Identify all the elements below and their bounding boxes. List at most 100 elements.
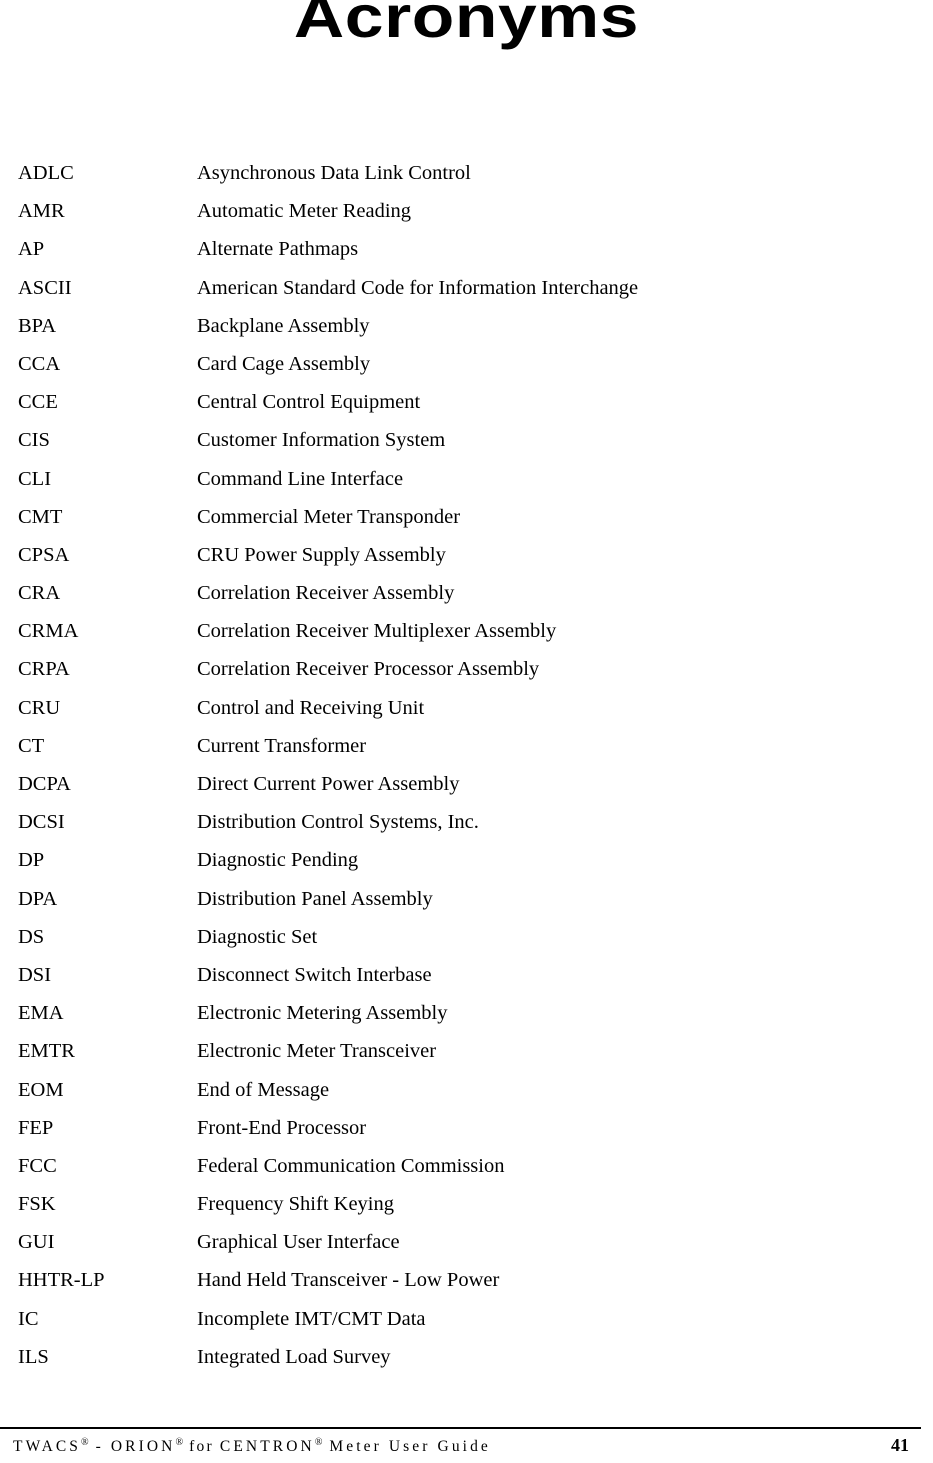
acronym-term: DSI [18, 963, 52, 986]
acronym-row: AMR Automatic Meter Reading [0, 201, 933, 239]
acronym-definition: Customer Information System [197, 429, 446, 452]
acronym-term: HHTR-LP [18, 1269, 105, 1292]
acronym-definition: American Standard Code for Information I… [197, 276, 639, 299]
footer-guide-title: TWACS® - ORION® for CENTRON® Meter User … [13, 1438, 491, 1455]
acronym-row: DP Diagnostic Pending [0, 850, 933, 888]
acronym-term: AP [18, 238, 45, 261]
acronym-definition: Asynchronous Data Link Control [197, 162, 471, 184]
acronym-term: CMT [18, 505, 63, 528]
acronym-term: CRA [18, 582, 61, 605]
acronym-definition: Federal Communication Commission [197, 1154, 505, 1177]
acronym-row: ILS Integrated Load Survey [0, 1347, 933, 1385]
footer-text-segment: ORION [110, 1438, 176, 1455]
acronym-term: AMR [18, 200, 65, 223]
acronym-definition: Incomplete IMT/CMT Data [197, 1307, 426, 1330]
acronym-term: EOM [18, 1078, 64, 1101]
acronym-definition: Electronic Metering Assembly [197, 1002, 448, 1025]
acronym-definition: Current Transformer [197, 734, 367, 757]
acronym-row: CPSA CRU Power Supply Assembly [0, 545, 933, 583]
acronym-term: CT [18, 734, 45, 757]
acronym-row: CRA Correlation Receiver Assembly [0, 583, 933, 621]
acronym-row: DPA Distribution Panel Assembly [0, 889, 933, 927]
acronym-row: CCA Card Cage Assembly [0, 354, 933, 392]
acronym-definition: Distribution Control Systems, Inc. [197, 811, 479, 834]
acronym-row: ADLC Asynchronous Data Link Control [0, 163, 933, 201]
acronym-row: CRPA Correlation Receiver Processor Assem… [0, 659, 933, 697]
acronym-row: AP Alternate Pathmaps [0, 239, 933, 277]
acronym-definition: Hand Held Transceiver - Low Power [197, 1269, 500, 1292]
acronym-row: EOM End of Message [0, 1078, 933, 1118]
acronym-term: DPA [18, 887, 58, 910]
acronym-definition: Diagnostic Pending [197, 849, 359, 872]
acronym-definition: Integrated Load Survey [197, 1345, 391, 1368]
footer-divider [0, 1427, 921, 1429]
acronym-term: CPSA [18, 543, 70, 566]
acronym-row: DS Diagnostic Set [0, 927, 933, 965]
acronym-definition: Correlation Receiver Processor Assembly [197, 658, 540, 681]
acronym-definition: Central Control Equipment [197, 391, 421, 414]
acronym-term: DS [18, 925, 45, 948]
acronym-row: CRMA Correlation Receiver Multiplexer Ass… [0, 621, 933, 659]
acronym-row: CCE Central Control Equipment [0, 392, 933, 430]
acronym-definition: Automatic Meter Reading [197, 200, 412, 223]
acronym-term: ILS [18, 1345, 49, 1368]
acronym-row: BPA Backplane Assembly [0, 316, 933, 354]
acronym-term: CLI [18, 467, 52, 490]
acronym-term: DP [18, 849, 45, 872]
footer-text-segment: for [183, 1438, 220, 1455]
acronym-definition: Distribution Panel Assembly [197, 887, 433, 910]
acronym-term: CCE [18, 391, 58, 414]
acronym-row: CT Current Transformer [0, 736, 933, 774]
acronym-row: CIS Customer Information System [0, 430, 933, 468]
acronym-term: CRMA [18, 620, 79, 643]
acronym-term: ASCII [18, 276, 72, 299]
acronym-definition: Command Line Interface [197, 467, 404, 490]
acronym-term: CRU [18, 696, 61, 719]
acronym-row: EMA Electronic Metering Assembly [0, 1003, 933, 1041]
acronym-definition: Diagnostic Set [197, 925, 318, 948]
acronym-row: DCPA Direct Current Power Assembly [0, 774, 933, 812]
acronym-row: GUI Graphical User Interface [0, 1232, 933, 1270]
acronym-definition: Graphical User Interface [197, 1231, 400, 1254]
acronym-row: CRU Control and Receiving Unit [0, 698, 933, 736]
acronym-row: DCSI Distribution Control Systems, Inc. [0, 812, 933, 850]
acronym-term: DCPA [18, 773, 71, 795]
acronym-term: CIS [18, 429, 50, 452]
acronym-row: DSI Disconnect Switch Interbase [0, 965, 933, 1003]
acronym-definition: Commercial Meter Transponder [197, 505, 461, 528]
page-number: 41 [891, 1435, 909, 1455]
acronym-row: ASCII American Standard Code for Informat… [0, 278, 933, 316]
acronym-definition: End of Message [197, 1078, 330, 1101]
acronym-term: EMTR [18, 1040, 75, 1063]
acronym-term: GUI [18, 1231, 55, 1254]
acronym-definition: Frequency Shift Keying [197, 1193, 394, 1216]
acronym-definition-list: ADLC Asynchronous Data Link Control AMR Aut… [0, 163, 933, 1385]
acronym-term: FEP [18, 1116, 54, 1139]
page-footer: TWACS® - ORION® for CENTRON® Meter User … [0, 1420, 933, 1463]
acronym-term: DCSI [18, 811, 65, 834]
footer-text-segment: Meter User Guide [322, 1438, 491, 1455]
acronym-row: CMT Commercial Meter Transponder [0, 507, 933, 545]
footer-text-segment: TWACS [13, 1438, 82, 1455]
footer-text-segment: CENTRON [219, 1438, 315, 1455]
acronym-definition: Control and Receiving Unit [197, 696, 425, 719]
acronym-row: CLI Command Line Interface [0, 467, 933, 507]
acronym-row: FSK Frequency Shift Keying [0, 1194, 933, 1232]
registered-trademark-icon: ® [81, 1437, 89, 1448]
acronym-term: BPA [18, 314, 56, 337]
acronym-row: IC Incomplete IMT/CMT Data [0, 1309, 933, 1347]
acronym-term: CCA [18, 352, 61, 375]
acronym-definition: CRU Power Supply Assembly [197, 543, 446, 566]
acronym-row: HHTR-LP Hand Held Transceiver - Low Power [0, 1270, 933, 1308]
page-title: Acronyms [293, 0, 640, 50]
acronym-definition: Correlation Receiver Assembly [197, 582, 455, 605]
acronym-term: ADLC [18, 162, 74, 184]
acronym-definition: Correlation Receiver Multiplexer Assembl… [197, 620, 557, 643]
acronym-definition: Backplane Assembly [197, 314, 370, 337]
acronym-row: EMTR Electronic Meter Transceiver [0, 1041, 933, 1079]
acronym-row: FCC Federal Communication Commission [0, 1156, 933, 1194]
acronym-definition: Card Cage Assembly [197, 352, 371, 375]
acronym-definition: Direct Current Power Assembly [197, 773, 460, 795]
acronym-term: IC [18, 1307, 39, 1330]
acronym-definition: Alternate Pathmaps [197, 238, 359, 261]
